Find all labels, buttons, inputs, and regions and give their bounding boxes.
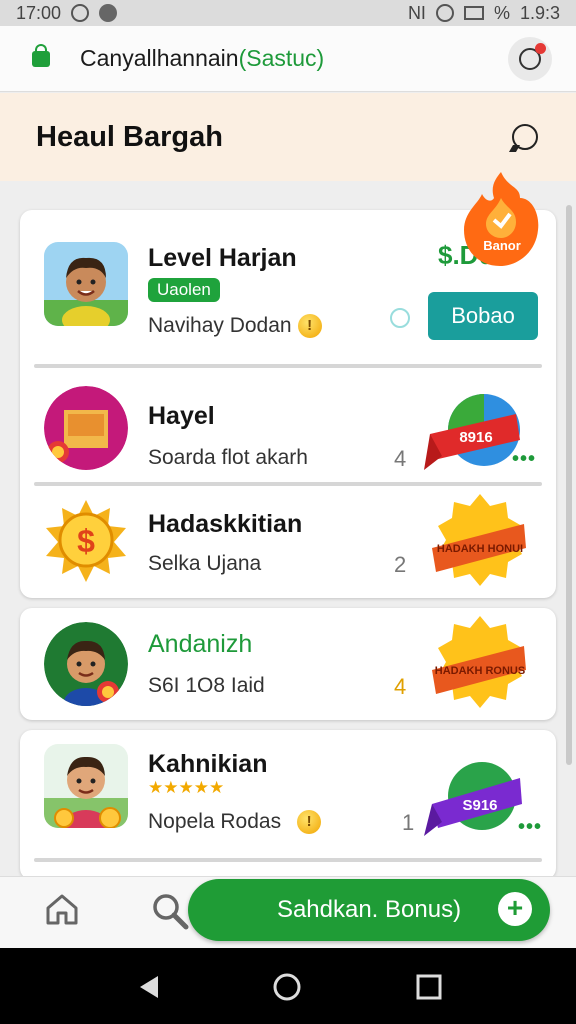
home-icon[interactable] <box>44 891 80 927</box>
item-subtitle-text: Navihay Dodan <box>148 314 292 337</box>
url-text[interactable]: Canyallhannain(Sastuc) <box>80 45 508 72</box>
badge-text: S916 <box>462 797 497 814</box>
item-count: 4 <box>394 674 407 699</box>
item-title: Kahnikian <box>148 750 268 778</box>
item-subtitle: Soarda flot akarh <box>148 446 308 469</box>
bonus-seal-badge: HADAKH HONUI <box>432 494 526 586</box>
battery-label: 1.9:3 <box>519 2 560 23</box>
item-title: Andanizh <box>148 630 253 658</box>
search-icon[interactable] <box>150 891 190 931</box>
url-main: Canyallhannain <box>80 45 239 71</box>
offers-card-2: Andanizh S6I 1O8 Iaid 4 HADAKH RONUS <box>20 608 556 720</box>
url-suffix: (Sastuc) <box>238 45 325 71</box>
more-dots[interactable]: ••• <box>512 448 536 471</box>
item-count: 1 <box>402 810 415 835</box>
item-subtitle: Selka Ujana <box>148 552 262 575</box>
chat-icon[interactable] <box>512 124 538 150</box>
status-tag: Uaolen <box>148 278 220 302</box>
item-count: 4 <box>394 446 407 471</box>
lock-icon <box>32 43 50 67</box>
bonus-ribbon-badge: 8916 <box>424 394 520 470</box>
battery-percent-symbol: % <box>493 2 510 23</box>
item-subtitle: Nopela Rodas! <box>148 810 322 835</box>
coin-icon: ! <box>297 314 322 339</box>
recents-icon[interactable] <box>416 974 442 1000</box>
home-circle-icon[interactable] <box>272 972 302 1002</box>
page-title: Heaul Bargah <box>36 120 223 153</box>
item-count: 2 <box>394 552 407 577</box>
badge-text: 8916 <box>459 429 492 446</box>
offers-card-3: Kahnikian ★★★★★ Nopela Rodas! 1 S916 ••• <box>20 730 556 880</box>
list-item[interactable]: Kahnikian ★★★★★ Nopela Rodas! 1 S916 ••• <box>20 730 556 870</box>
coin-avatar: $ <box>44 498 128 582</box>
fire-badge-label: Banor <box>483 238 521 253</box>
claim-button[interactable]: Bobao <box>428 292 538 340</box>
svg-text:$: $ <box>77 523 95 559</box>
item-title: Hadaskkitian <box>148 510 303 538</box>
bonus-seal-badge: HADAKH RONUS <box>432 616 526 708</box>
notification-dot-icon <box>99 4 118 22</box>
plus-icon: + <box>498 892 532 926</box>
search-icon[interactable] <box>390 308 410 328</box>
status-time: 17:00 <box>16 2 62 23</box>
list-item[interactable]: Andanizh S6I 1O8 Iaid 4 HADAKH RONUS <box>20 608 556 720</box>
alarm-icon <box>71 4 90 22</box>
item-subtitle: Navihay Dodan! <box>148 314 322 339</box>
bonus-cta-label: Sahdkan. Bonus) <box>276 896 462 923</box>
item-subtitle: S6I 1O8 Iaid <box>148 674 265 697</box>
divider <box>34 858 542 862</box>
gift-bag-avatar <box>44 386 128 470</box>
browser-url-bar[interactable]: Canyallhannain(Sastuc) <box>0 26 576 92</box>
avatar <box>44 622 128 706</box>
badge-text: HADAKH RONUS <box>435 665 525 677</box>
unread-dot <box>535 42 546 54</box>
item-title: Level Harjan <box>148 244 297 272</box>
badge-text: HADAKH HONUI <box>437 543 523 555</box>
coin-icon: ! <box>297 810 322 835</box>
bottom-navigation: Sahdkan. Bonus) + <box>0 876 576 949</box>
scrollbar[interactable] <box>566 205 572 765</box>
list-item[interactable]: Hayel Soarda flot akarh 4 8916 ••• <box>20 370 556 482</box>
list-item[interactable]: $ Hadaskkitian Selka Ujana 2 HADAKH HONU… <box>20 488 556 598</box>
clock-icon <box>435 4 454 22</box>
avatar <box>44 744 128 828</box>
item-title: Hayel <box>148 402 215 430</box>
status-bar: 17:00 NI % 1.9:3 <box>0 0 576 26</box>
system-navigation-bar <box>0 948 576 1024</box>
divider <box>34 364 542 368</box>
network-label: NI <box>407 2 426 23</box>
item-subtitle-text: Nopela Rodas <box>148 810 282 833</box>
bonus-ribbon-badge: S916 <box>424 762 522 836</box>
divider <box>34 482 542 486</box>
rating-stars: ★★★★★ <box>148 778 225 797</box>
avatar <box>44 242 128 326</box>
fire-badge[interactable]: Banor <box>460 168 542 270</box>
back-icon[interactable] <box>136 974 162 1000</box>
bonus-cta-button[interactable]: Sahdkan. Bonus) + <box>188 879 550 941</box>
messages-button[interactable] <box>508 36 552 81</box>
signal-icon <box>463 6 484 20</box>
more-dots[interactable]: ••• <box>518 816 542 839</box>
